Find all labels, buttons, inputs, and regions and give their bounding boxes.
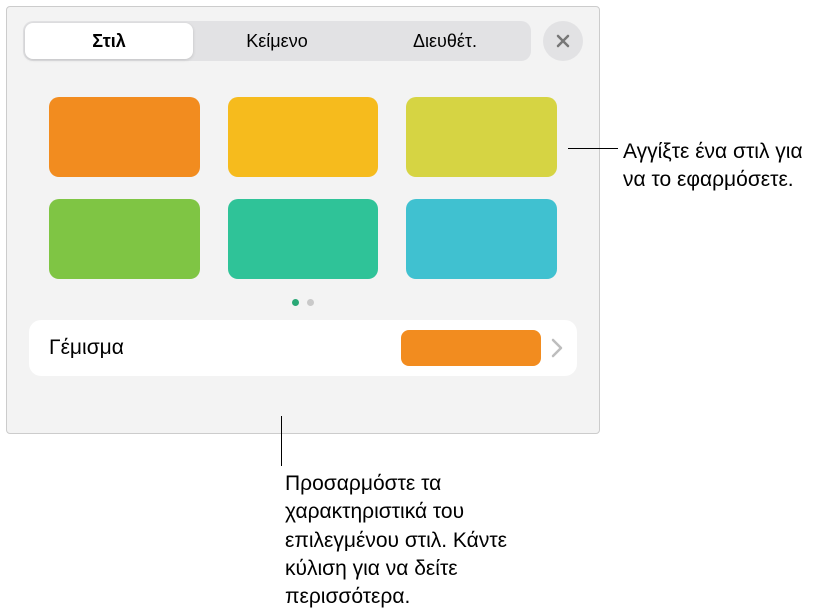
chevron-right-icon <box>551 338 563 358</box>
tab-style[interactable]: Στιλ <box>25 23 193 59</box>
fill-row[interactable]: Γέμισμα <box>29 320 577 376</box>
style-swatch-5[interactable] <box>406 199 557 279</box>
fill-color-preview <box>401 330 541 366</box>
style-swatch-3[interactable] <box>49 199 200 279</box>
callout-customize: Προσαρμόστε τα χαρακτηριστικά του επιλεγ… <box>285 470 565 612</box>
close-icon <box>555 33 571 49</box>
style-swatch-1[interactable] <box>228 97 379 177</box>
tab-arrange[interactable]: Διευθέτ. <box>361 23 529 59</box>
tab-bar: Στιλ Κείμενο Διευθέτ. <box>7 21 599 61</box>
fill-label: Γέμισμα <box>49 336 401 360</box>
callout-tap-style: Αγγίξτε ένα στιλ για να το εφαρμόσετε. <box>623 138 813 195</box>
callout-leader-2 <box>281 416 282 466</box>
callout-leader-1 <box>568 148 618 149</box>
style-swatch-0[interactable] <box>49 97 200 177</box>
close-button[interactable] <box>543 21 583 61</box>
style-swatch-grid <box>7 61 599 297</box>
page-indicator <box>7 299 599 306</box>
segmented-control: Στιλ Κείμενο Διευθέτ. <box>23 21 531 61</box>
format-panel: Στιλ Κείμενο Διευθέτ. Γέμισμα <box>6 6 600 434</box>
page-dot-0[interactable] <box>292 299 299 306</box>
tab-text[interactable]: Κείμενο <box>193 23 361 59</box>
style-swatch-2[interactable] <box>406 97 557 177</box>
page-dot-1[interactable] <box>307 299 314 306</box>
style-swatch-4[interactable] <box>228 199 379 279</box>
